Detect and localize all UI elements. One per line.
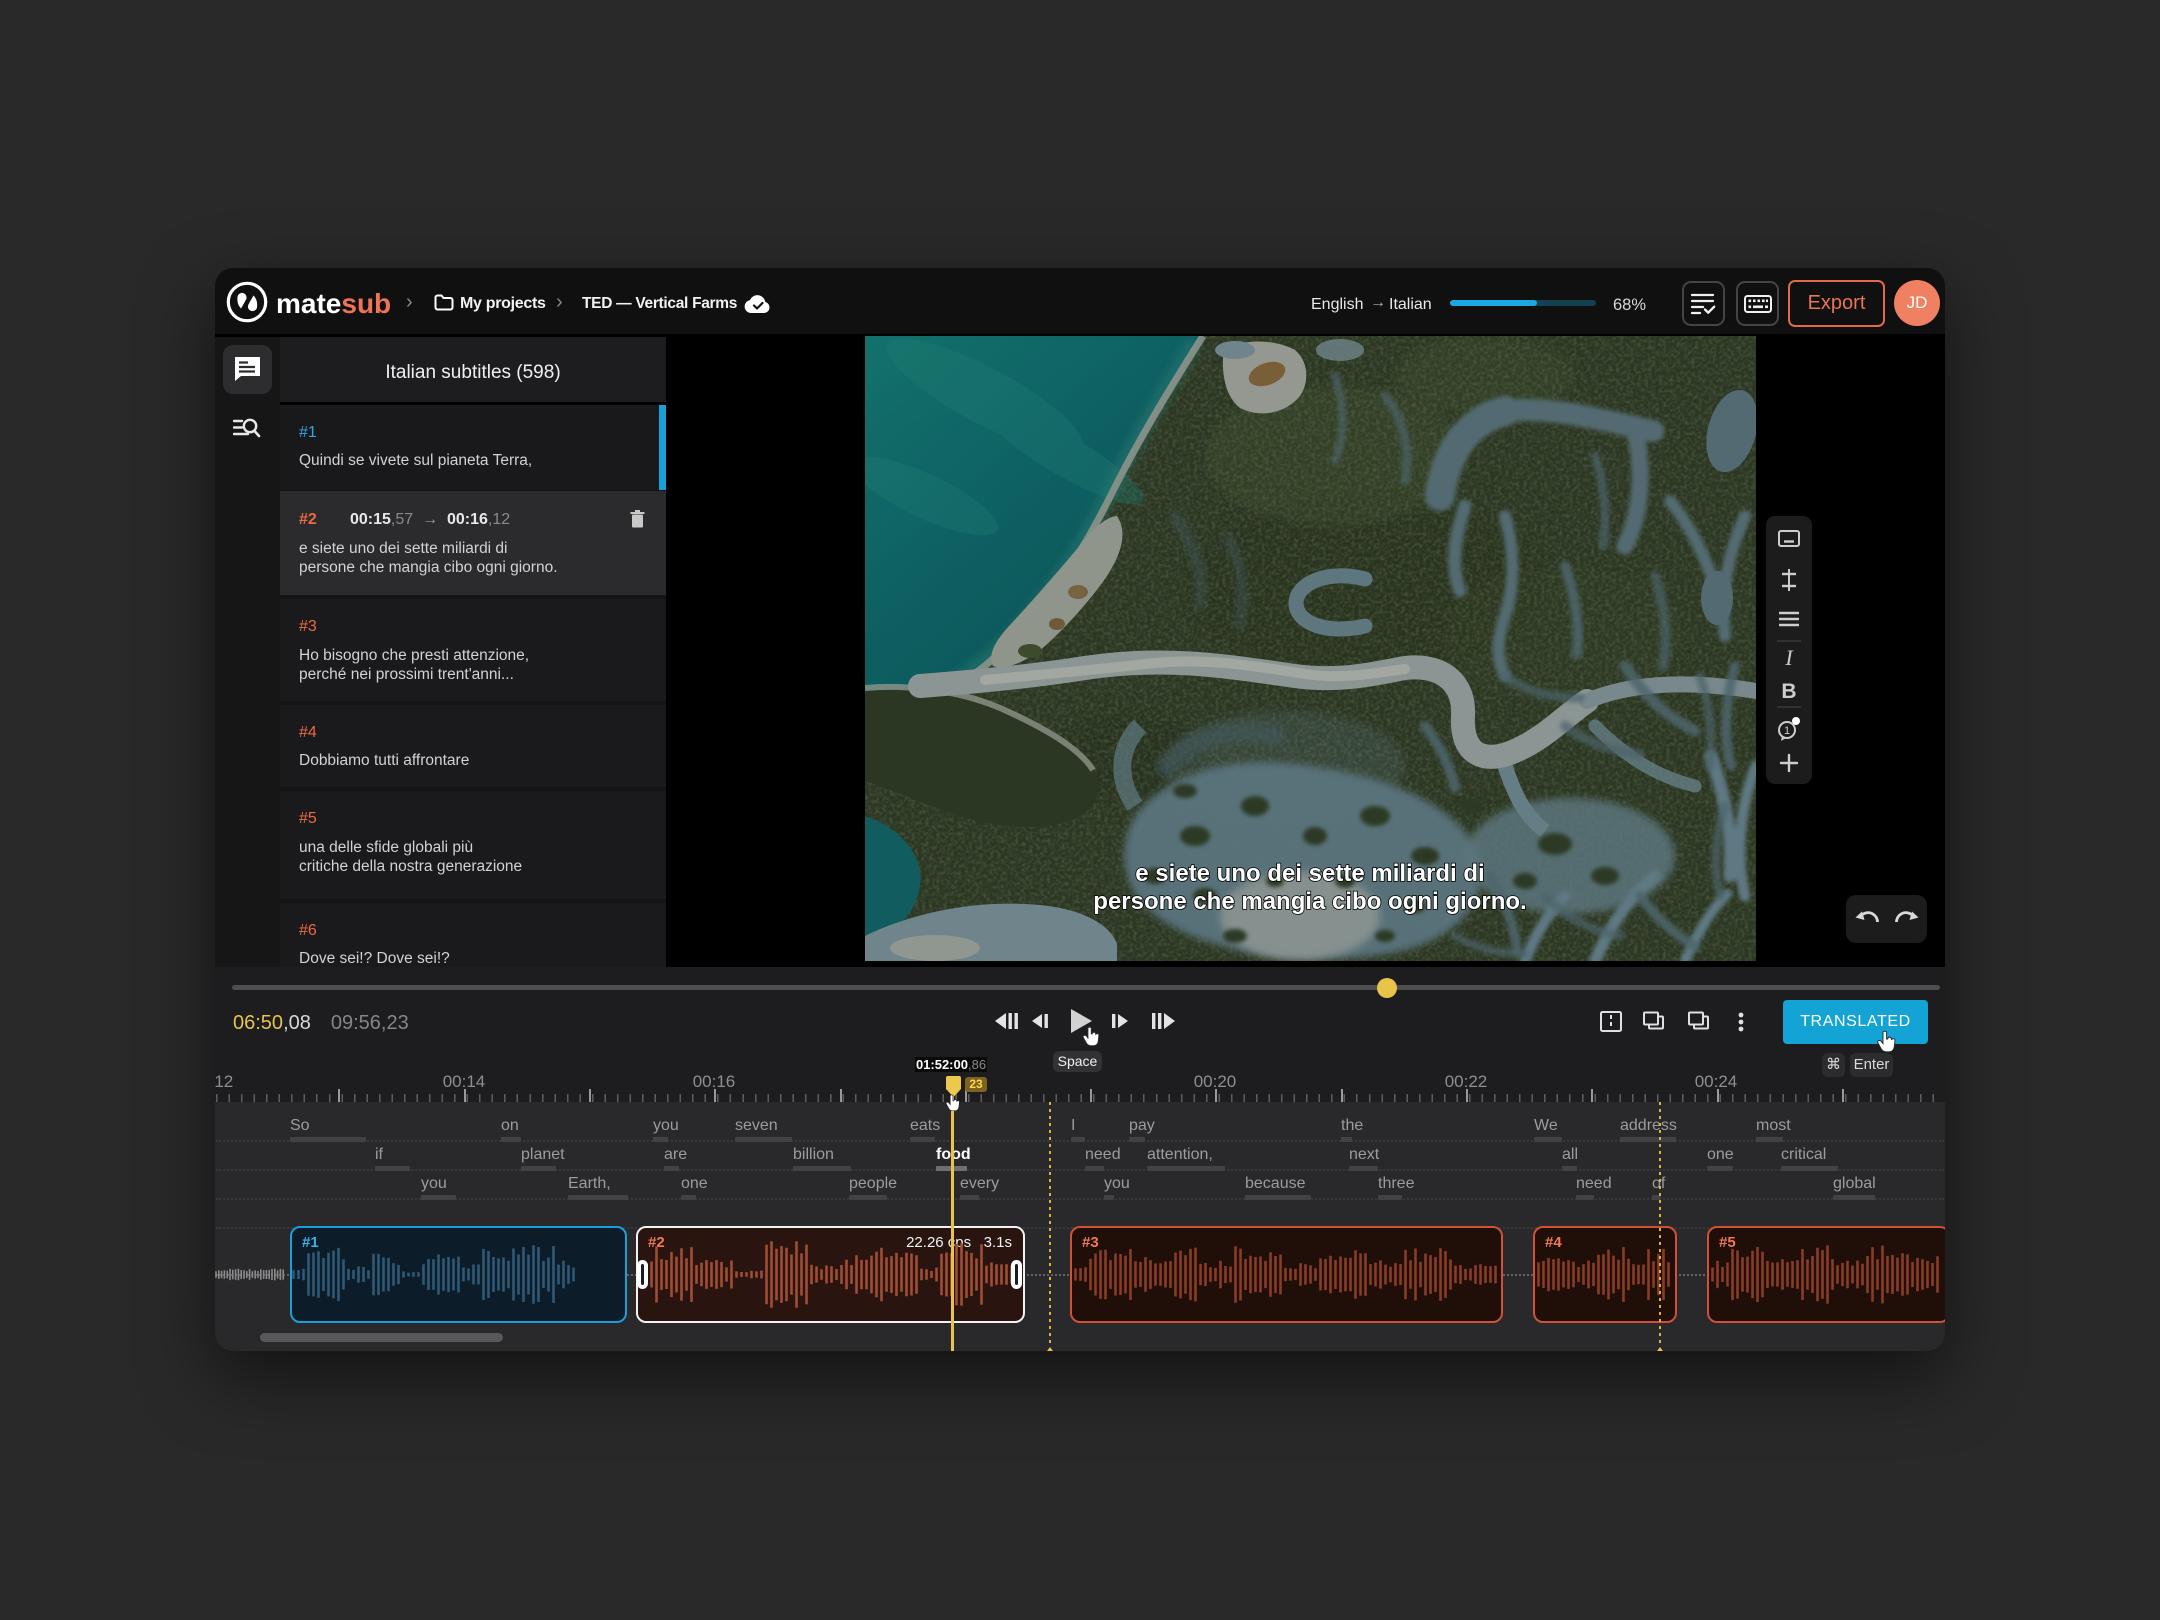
svg-text:I: I — [1784, 645, 1794, 670]
svg-text:e siete uno dei sette miliardi: e siete uno dei sette miliardi di — [1135, 860, 1484, 887]
svg-text:persone che mangia cibo ogni g: persone che mangia cibo ogni giorno. — [1093, 888, 1526, 915]
svg-text:1: 1 — [1784, 725, 1790, 737]
svg-text:B: B — [1781, 680, 1796, 703]
